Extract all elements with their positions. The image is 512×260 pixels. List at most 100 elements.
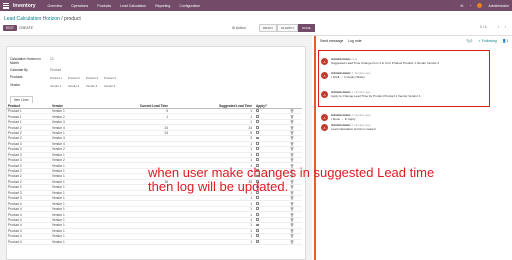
message-body: Lead Calculation Horizon created bbox=[331, 127, 376, 131]
field-horizon[interactable]: 12 bbox=[50, 57, 54, 61]
trash-icon[interactable]: 🗑 bbox=[290, 240, 294, 244]
attachment-number: 0 bbox=[470, 39, 473, 43]
menu-reporting[interactable]: Reporting bbox=[155, 4, 170, 8]
apply-checkbox[interactable] bbox=[256, 196, 259, 200]
trash-icon[interactable]: 🗑 bbox=[290, 120, 294, 124]
pager[interactable]: 1 / 1 bbox=[477, 24, 490, 30]
status-draft[interactable]: DRAFT bbox=[259, 24, 277, 32]
log-note-button[interactable]: Log note bbox=[348, 39, 362, 43]
message-body: • Draft → In Apply (State) bbox=[331, 75, 365, 79]
activity-icon[interactable]: ◔ bbox=[469, 4, 471, 8]
chatter-message: Administrator 2 minutes ago Lead Calculat… bbox=[331, 123, 375, 131]
trash-icon[interactable]: 🗑 bbox=[290, 229, 294, 233]
action-dropdown[interactable]: ⚙ Action bbox=[229, 25, 249, 31]
apply-checkbox[interactable] bbox=[256, 229, 259, 232]
menu-overview[interactable]: Overview bbox=[48, 4, 63, 8]
followers-button[interactable]: 👤1 bbox=[502, 39, 508, 43]
trash-icon[interactable]: 🗑 bbox=[290, 202, 294, 206]
apply-checkbox[interactable] bbox=[256, 223, 259, 227]
avatar[interactable]: A bbox=[321, 114, 328, 121]
avatar[interactable]: A bbox=[321, 91, 328, 98]
attachment-count[interactable]: 📎0 bbox=[466, 39, 472, 43]
cell-suggested-lead-time[interactable]: 1 bbox=[170, 239, 254, 245]
apply-checkbox[interactable] bbox=[256, 109, 259, 113]
product-tag[interactable]: Product 2 bbox=[68, 76, 80, 80]
apply-checkbox[interactable] bbox=[256, 234, 259, 238]
cell-product[interactable]: Product 4 bbox=[6, 239, 50, 245]
vendor-tag[interactable]: Vendor 4 bbox=[104, 84, 115, 88]
trash-icon[interactable]: 🗑 bbox=[290, 207, 294, 211]
apply-checkbox[interactable] bbox=[256, 114, 259, 118]
apply-checkbox[interactable] bbox=[256, 152, 259, 156]
vendor-tag[interactable]: Vendor 1 bbox=[50, 84, 61, 88]
trash-icon[interactable]: 🗑 bbox=[290, 213, 294, 217]
trash-icon[interactable]: 🗑 bbox=[290, 158, 294, 162]
trash-icon[interactable]: 🗑 bbox=[290, 142, 294, 146]
apply-checkbox[interactable] bbox=[256, 142, 259, 145]
create-button[interactable]: CREATE bbox=[16, 25, 36, 31]
trash-icon[interactable]: 🗑 bbox=[290, 218, 294, 222]
trash-icon[interactable]: 🗑 bbox=[290, 126, 294, 130]
tab-item-lines[interactable]: Item Lines bbox=[10, 96, 33, 103]
systray: ✉ ◔ Administrator bbox=[460, 3, 509, 8]
field-calculate-by[interactable]: Product bbox=[50, 68, 61, 72]
apply-checkbox[interactable] bbox=[256, 158, 259, 162]
trash-icon[interactable]: 🗑 bbox=[290, 115, 294, 119]
trash-icon[interactable]: 🗑 bbox=[290, 147, 294, 151]
avatar[interactable]: A bbox=[321, 124, 328, 131]
pager-next-icon[interactable]: › bbox=[502, 24, 509, 30]
apply-checkbox[interactable] bbox=[256, 131, 259, 134]
menu-lead-calculation[interactable]: Lead Calculation bbox=[120, 4, 146, 8]
trash-icon[interactable]: 🗑 bbox=[290, 196, 294, 200]
avatar[interactable]: A bbox=[321, 58, 328, 65]
cell-apply[interactable] bbox=[254, 239, 288, 245]
product-tag[interactable]: Product 1 bbox=[50, 76, 62, 80]
edit-button[interactable]: EDIT bbox=[3, 25, 17, 31]
chatter-message: Administrator 1 minutes ago Apply to Chan… bbox=[331, 90, 420, 98]
cell-delete[interactable]: 🗑 bbox=[288, 239, 302, 245]
action-label: Action bbox=[235, 26, 246, 30]
chatter-message: Administrator 2 minutes ago • Done → In A… bbox=[331, 113, 370, 121]
menu-operations[interactable]: Operations bbox=[71, 4, 88, 8]
chat-icon[interactable]: ✉ bbox=[460, 4, 463, 8]
apply-checkbox[interactable] bbox=[256, 239, 259, 243]
apply-checkbox[interactable] bbox=[256, 218, 259, 221]
apply-checkbox[interactable] bbox=[256, 120, 259, 124]
breadcrumb-root[interactable]: Lead Calculation Horizon bbox=[4, 16, 60, 22]
trash-icon[interactable]: 🗑 bbox=[290, 153, 294, 157]
product-tag[interactable]: Product 3 bbox=[86, 76, 98, 80]
cell-current-lead-time[interactable] bbox=[110, 239, 170, 245]
control-panel: Lead Calculation Horizon / product EDIT … bbox=[0, 11, 512, 36]
send-message-button[interactable]: Send message bbox=[320, 39, 343, 43]
product-tag[interactable]: Product 4 bbox=[104, 76, 116, 80]
apply-checkbox[interactable] bbox=[256, 147, 259, 151]
table-row[interactable]: Product 4 Vendor 1 1 🗑 bbox=[6, 239, 302, 245]
trash-icon[interactable]: 🗑 bbox=[290, 223, 294, 227]
message-body: • Done → In Apply bbox=[331, 117, 356, 121]
annotation-text: when user make changes in suggested Lead… bbox=[148, 165, 435, 194]
user-name[interactable]: Administrator bbox=[488, 4, 509, 8]
menu-products[interactable]: Products bbox=[97, 4, 111, 8]
trash-icon[interactable]: 🗑 bbox=[290, 136, 294, 140]
cell-vendor[interactable]: Vendor 1 bbox=[50, 239, 110, 245]
status-in-apply[interactable]: IN APPLY bbox=[277, 24, 299, 32]
apply-checkbox[interactable] bbox=[256, 207, 259, 211]
apply-checkbox[interactable] bbox=[256, 136, 259, 140]
vendor-tag[interactable]: Vendor 3 bbox=[86, 84, 97, 88]
trash-icon[interactable]: 🗑 bbox=[290, 131, 294, 135]
menu-configuration[interactable]: Configuration bbox=[179, 4, 200, 8]
apps-menu-icon[interactable] bbox=[3, 2, 9, 9]
chatter-message: Administrator 1 minutes ago • Draft → In … bbox=[331, 71, 370, 79]
apply-checkbox[interactable] bbox=[256, 201, 259, 205]
app-name[interactable]: Inventory bbox=[13, 3, 36, 9]
follow-button[interactable]: ✓ Following bbox=[478, 39, 497, 43]
avatar[interactable] bbox=[477, 3, 483, 8]
trash-icon[interactable]: 🗑 bbox=[290, 109, 294, 113]
status-done[interactable]: DONE bbox=[298, 24, 315, 32]
trash-icon[interactable]: 🗑 bbox=[290, 234, 294, 238]
apply-checkbox[interactable] bbox=[256, 212, 259, 216]
following-label: Following bbox=[481, 39, 497, 43]
avatar[interactable]: A bbox=[321, 72, 328, 79]
apply-checkbox[interactable] bbox=[256, 125, 259, 129]
vendor-tag[interactable]: Vendor 2 bbox=[68, 84, 79, 88]
